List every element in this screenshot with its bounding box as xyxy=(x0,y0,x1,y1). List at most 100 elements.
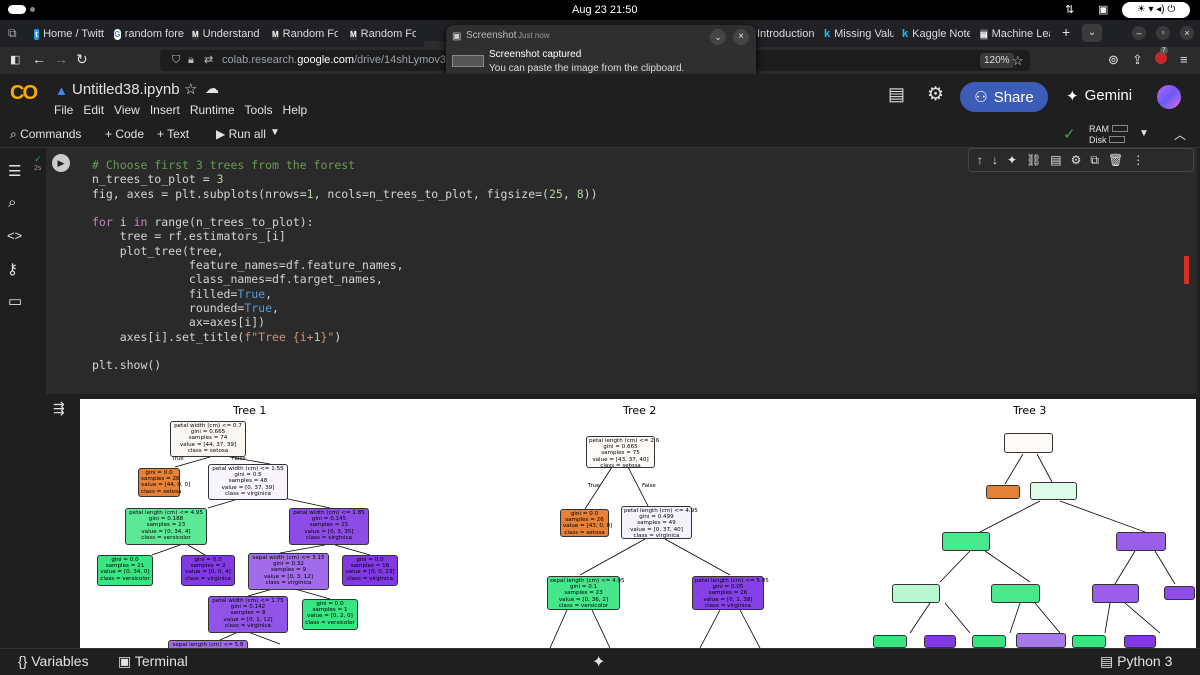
code-line[interactable]: # Choose first 3 trees from the forest xyxy=(92,158,598,172)
code-line[interactable]: plot_tree(tree, xyxy=(92,244,598,258)
account-icon[interactable]: ⊚ xyxy=(1108,52,1119,68)
close-window-icon[interactable]: × xyxy=(1180,26,1194,40)
reload-icon[interactable]: ↻ xyxy=(76,51,88,68)
output-toggle-icon[interactable]: ⇶ xyxy=(53,400,65,417)
comments-icon[interactable]: ▤ xyxy=(888,84,905,105)
permissions-icon[interactable]: ⇄ xyxy=(204,50,213,71)
close-notification-icon[interactable]: × xyxy=(733,29,749,45)
code-line[interactable]: tree = rf.estimators_[i] xyxy=(92,229,598,243)
gemini-sparkle-icon[interactable]: ✦ xyxy=(592,652,605,672)
code-line[interactable]: rounded=True, xyxy=(92,301,598,315)
code-snippets-icon[interactable]: <> xyxy=(7,228,22,243)
gemini-button[interactable]: ✦ Gemini xyxy=(1066,87,1132,105)
colab-logo-icon[interactable]: CO xyxy=(10,82,38,105)
link-icon[interactable]: ⛓ xyxy=(1026,153,1041,167)
clock[interactable]: Aug 23 21:50 xyxy=(572,4,637,16)
code-line[interactable] xyxy=(92,201,598,215)
workspace-dot-icon[interactable] xyxy=(30,7,35,12)
code-line[interactable]: feature_names=df.feature_names, xyxy=(92,258,598,272)
menu-insert[interactable]: Insert xyxy=(150,103,180,117)
run-cell-button[interactable]: ▶ xyxy=(52,154,70,172)
add-code-button[interactable]: + Code xyxy=(105,127,144,141)
sidebar-toggle-icon[interactable]: ◧ xyxy=(10,53,20,66)
workspace-indicator-icon[interactable] xyxy=(8,5,26,14)
system-menu-pill[interactable]: ☀ ▾ ◂) ⏻ xyxy=(1122,2,1190,18)
cell-settings-icon[interactable]: ⚙ xyxy=(1071,153,1082,167)
kernel-status[interactable]: ▤ Python 3 xyxy=(1100,653,1172,670)
move-up-icon[interactable]: ↑ xyxy=(977,153,983,167)
star-icon[interactable]: ☆ xyxy=(184,80,197,98)
collapse-header-icon[interactable]: ︿ xyxy=(1174,126,1186,143)
extensions-icon[interactable]: ⇪ xyxy=(1132,52,1143,68)
menu-view[interactable]: View xyxy=(114,103,140,117)
connected-check-icon[interactable]: ✓ xyxy=(1063,125,1076,143)
expand-notification-icon[interactable]: ⌄ xyxy=(710,29,726,45)
network-icon[interactable]: ⇅ xyxy=(1065,3,1074,16)
tree-3-node xyxy=(1092,584,1139,603)
comment-icon[interactable]: ▤ xyxy=(1050,153,1061,167)
new-tab-icon[interactable]: + xyxy=(1062,24,1070,40)
tab-overview-icon[interactable]: ⧉ xyxy=(8,26,17,41)
run-all-button[interactable]: ▶ Run all xyxy=(216,127,266,141)
app-indicator-icon[interactable]: ▣ xyxy=(1098,3,1108,16)
table-of-contents-icon[interactable]: ☰ xyxy=(8,162,21,180)
code-line[interactable]: filled=True, xyxy=(92,287,598,301)
code-line[interactable]: for i in range(n_trees_to_plot): xyxy=(92,215,598,229)
tab-item[interactable]: Grandom fore xyxy=(114,24,184,44)
delete-icon[interactable]: 🗑︎ xyxy=(1108,153,1123,167)
secrets-key-icon[interactable]: ⚷ xyxy=(7,260,18,278)
files-folder-icon[interactable]: ▭ xyxy=(8,292,22,310)
tab-list-icon[interactable]: ⌄ xyxy=(1082,24,1102,42)
maximize-icon[interactable]: ▫ xyxy=(1156,26,1170,40)
notebook-title[interactable]: Untitled38.ipynb xyxy=(72,81,180,98)
forward-icon[interactable]: → xyxy=(54,51,68,67)
code-editor[interactable]: # Choose first 3 trees from the forest n_… xyxy=(92,158,598,372)
code-line[interactable]: fig, axes = plt.subplots(nrows=1, ncols=… xyxy=(92,187,598,201)
mirror-cell-icon[interactable]: ⧉ xyxy=(1090,153,1099,168)
cloud-sync-icon[interactable]: ☁ xyxy=(205,80,219,97)
medium-icon: M xyxy=(350,28,357,40)
shield-icon[interactable]: ⛉ xyxy=(172,50,180,71)
resource-monitor[interactable]: RAM Disk xyxy=(1089,124,1128,146)
add-text-button[interactable]: + Text xyxy=(157,127,189,141)
runtime-dropdown-icon[interactable]: ▼ xyxy=(1139,128,1149,139)
code-line[interactable]: ax=axes[i]) xyxy=(92,315,598,329)
settings-gear-icon[interactable]: ⚙ xyxy=(927,83,944,106)
menu-runtime[interactable]: Runtime xyxy=(190,103,235,117)
find-icon[interactable]: ⌕ xyxy=(8,194,16,211)
gemini-cell-icon[interactable]: ✦ xyxy=(1007,153,1017,167)
menu-file[interactable]: File xyxy=(54,103,73,117)
commands-button[interactable]: ⌕ Commands xyxy=(10,127,81,142)
menu-tools[interactable]: Tools xyxy=(245,103,273,117)
bookmark-star-icon[interactable]: ☆ xyxy=(1012,50,1024,71)
tab-item[interactable]: ▤ Machine Lea xyxy=(980,24,1050,44)
minimize-icon[interactable]: – xyxy=(1132,26,1146,40)
menu-icon[interactable]: ≡ xyxy=(1180,52,1188,67)
more-options-icon[interactable]: ⋮ xyxy=(1132,153,1144,167)
back-icon[interactable]: ← xyxy=(32,51,46,67)
tab-item[interactable]: M Random For xyxy=(350,24,416,44)
code-cell[interactable]: ▶ # Choose first 3 trees from the forest… xyxy=(46,148,1197,394)
zoom-level[interactable]: 120% xyxy=(980,53,1014,68)
tab-item[interactable]: M Understandi xyxy=(192,24,260,44)
tab-item[interactable]: M Random For xyxy=(272,24,338,44)
tab-item[interactable]: k Missing Valu xyxy=(824,24,894,44)
avatar[interactable] xyxy=(1157,85,1181,109)
screenshot-thumbnail xyxy=(452,55,484,67)
tab-item[interactable]: k Kaggle Note xyxy=(902,24,970,44)
run-all-dropdown-icon[interactable]: ▼ xyxy=(270,127,280,138)
code-line[interactable]: axes[i].set_title(f"Tree {i+1}") xyxy=(92,330,598,344)
move-down-icon[interactable]: ↓ xyxy=(992,153,998,167)
share-button[interactable]: ⚇ Share xyxy=(960,82,1048,112)
code-line[interactable]: class_names=df.target_names, xyxy=(92,272,598,286)
tab-item[interactable]: t Home / Twitt xyxy=(34,24,104,44)
tab-item[interactable]: Introduction xyxy=(757,24,819,44)
code-line[interactable] xyxy=(92,344,598,358)
menu-help[interactable]: Help xyxy=(283,103,308,117)
terminal-button[interactable]: ▣ Terminal xyxy=(118,653,188,670)
code-line[interactable]: n_trees_to_plot = 3 xyxy=(92,172,598,186)
lock-icon[interactable]: 🔒︎ xyxy=(188,50,194,71)
menu-edit[interactable]: Edit xyxy=(83,103,104,117)
variables-button[interactable]: {} Variables xyxy=(18,653,89,669)
code-line[interactable]: plt.show() xyxy=(92,358,598,372)
